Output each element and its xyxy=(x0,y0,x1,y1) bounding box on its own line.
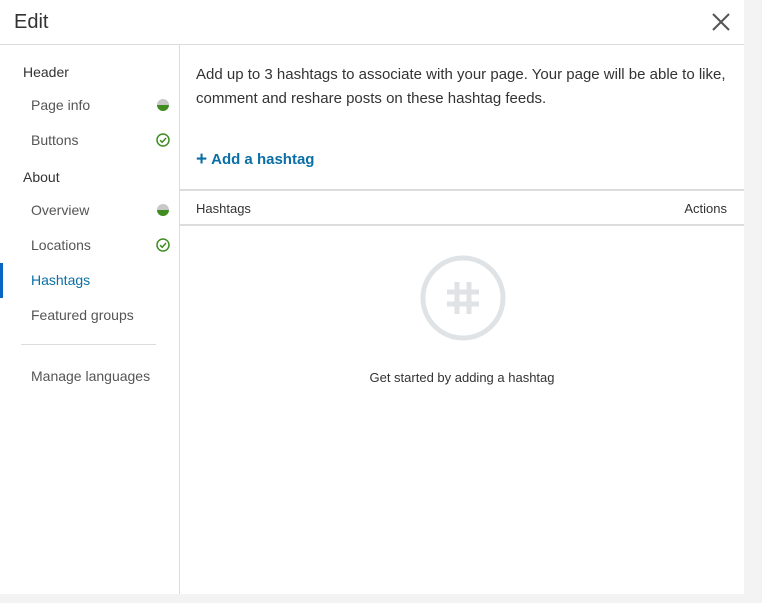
column-header-hashtags: Hashtags xyxy=(196,201,251,216)
sidebar-item-buttons[interactable]: Buttons xyxy=(0,123,179,158)
sidebar-item-locations[interactable]: Locations xyxy=(0,228,179,263)
close-button[interactable] xyxy=(708,9,734,35)
sidebar-divider xyxy=(21,344,156,345)
empty-state-text: Get started by adding a hashtag xyxy=(369,370,555,385)
sidebar-item-label: Page info xyxy=(31,97,91,113)
column-header-actions: Actions xyxy=(684,201,727,216)
modal-title: Edit xyxy=(14,11,49,33)
add-hashtag-label: Add a hashtag xyxy=(211,151,315,168)
sidebar-item-label: Buttons xyxy=(31,132,79,148)
table-header: Hashtags Actions xyxy=(180,189,744,226)
sidebar-item-overview[interactable]: Overview xyxy=(0,193,179,228)
check-circle-icon xyxy=(156,238,170,252)
intro-text: Add up to 3 hashtags to associate with y… xyxy=(196,66,726,107)
close-icon xyxy=(712,13,730,31)
add-hashtag-link[interactable]: + Add a hashtag xyxy=(196,148,314,170)
partial-status-icon xyxy=(156,98,170,112)
check-circle-icon xyxy=(156,133,170,147)
sidebar-item-page-info[interactable]: Page info xyxy=(0,88,179,123)
edit-modal: Edit Header Page info Buttons About Over… xyxy=(0,0,744,594)
hashtag-icon xyxy=(420,255,506,341)
sidebar-nav: Header Page info Buttons About Overview … xyxy=(0,45,180,594)
sidebar-item-label: Locations xyxy=(31,237,91,253)
active-indicator xyxy=(0,263,3,298)
manage-languages-link[interactable]: Manage languages xyxy=(31,368,150,384)
modal-header: Edit xyxy=(0,0,744,45)
sidebar-item-label: Hashtags xyxy=(31,272,91,288)
section-heading-header: Header xyxy=(23,64,69,80)
sidebar-item-label: Overview xyxy=(31,202,90,218)
sidebar-item-label: Featured groups xyxy=(31,307,134,323)
partial-status-icon xyxy=(156,203,170,217)
plus-icon: + xyxy=(196,149,208,170)
sidebar-item-featured-groups[interactable]: Featured groups xyxy=(0,298,179,333)
hashtags-panel: Add up to 3 hashtags to associate with y… xyxy=(180,45,744,594)
section-heading-about: About xyxy=(23,169,60,185)
sidebar-item-hashtags[interactable]: Hashtags xyxy=(0,263,179,298)
